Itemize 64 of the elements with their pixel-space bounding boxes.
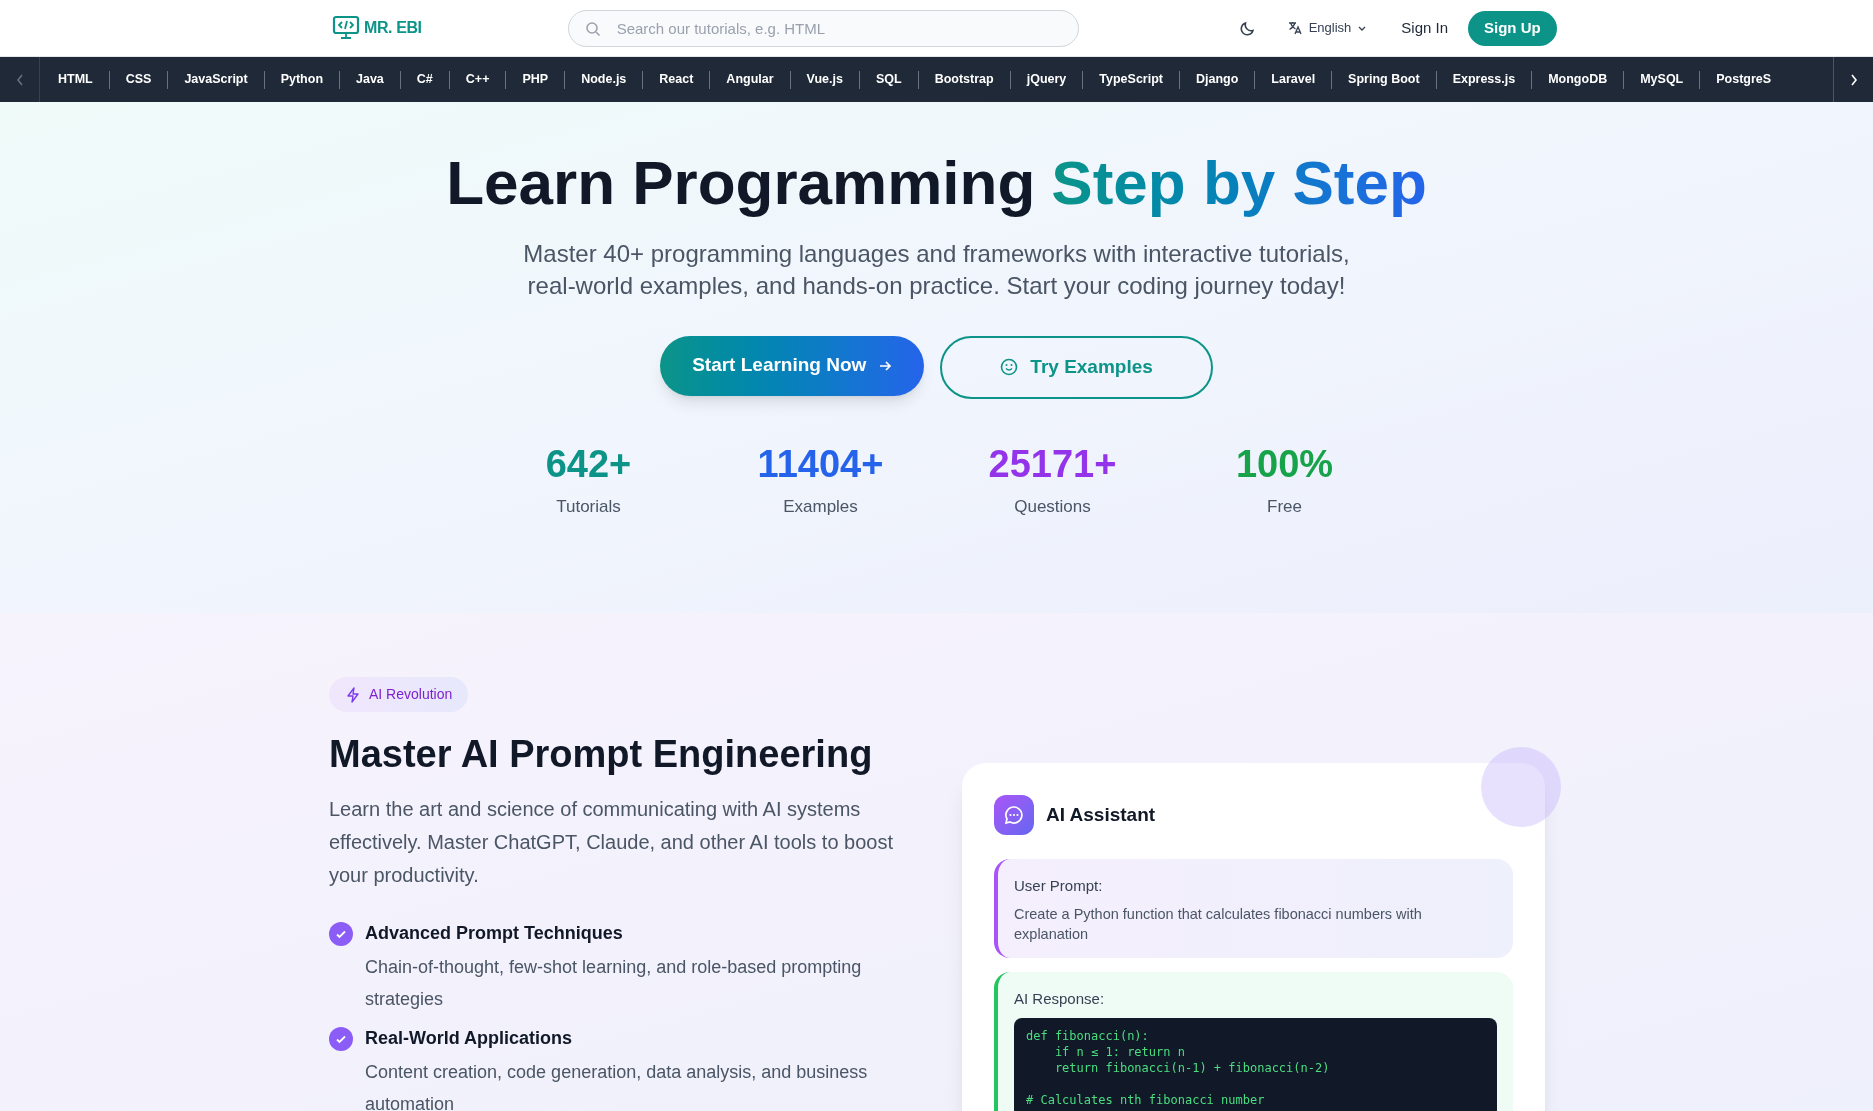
- feature-title: Advanced Prompt Techniques: [365, 922, 624, 945]
- monitor-code-icon[interactable]: [332, 15, 360, 41]
- topic-link[interactable]: React: [643, 70, 710, 89]
- topic-link[interactable]: MongoDB: [1532, 70, 1624, 89]
- topic-link[interactable]: HTML: [42, 70, 109, 89]
- section-heading: Master AI Prompt Engineering: [329, 732, 874, 777]
- search-field[interactable]: Search our tutorials, e.g. HTML: [567, 9, 1079, 47]
- topic-link[interactable]: Bootstrap: [918, 70, 1010, 89]
- feature-description: Content creation, code generation, data analysis, and business automation: [365, 1061, 869, 1111]
- topic-link[interactable]: Vue.js: [790, 70, 859, 89]
- code-text: def fibonacci(n): if n ≤ 1: return n return fibonacci(n-1) + fibonacci(n-2): [1026, 1028, 1331, 1076]
- language-selector[interactable]: English: [1286, 18, 1368, 38]
- chevron-left-icon: [14, 72, 25, 87]
- topic-link[interactable]: jQuery: [1010, 70, 1083, 89]
- topic-link[interactable]: MySQL: [1624, 70, 1700, 89]
- ai-revolution-badge: AI Revolution: [329, 677, 469, 712]
- logo-text[interactable]: MR. EBI: [364, 16, 422, 40]
- arrow-right-icon: [878, 358, 893, 373]
- topic-link[interactable]: Django: [1179, 70, 1255, 89]
- topic-link[interactable]: PostgreS: [1700, 70, 1788, 89]
- check-circle-icon: [329, 922, 353, 946]
- lightning-icon: [345, 686, 361, 703]
- search-icon: [584, 20, 601, 37]
- topic-link[interactable]: C#: [400, 70, 449, 89]
- translate-icon: [1286, 20, 1303, 36]
- topic-link[interactable]: TypeScript: [1083, 70, 1179, 89]
- stat-label: Examples: [783, 496, 858, 518]
- topic-link[interactable]: C++: [449, 70, 506, 89]
- topic-link[interactable]: Express.js: [1436, 70, 1532, 89]
- topic-link[interactable]: Angular: [710, 70, 790, 89]
- start-learning-button[interactable]: Start Learning Now: [660, 335, 925, 396]
- topic-link[interactable]: JavaScript: [168, 70, 264, 89]
- topic-link[interactable]: CSS: [109, 70, 168, 89]
- check-circle-icon: [329, 1027, 353, 1051]
- topic-link[interactable]: Python: [264, 70, 339, 89]
- stat-value: 642+: [545, 441, 632, 487]
- sign-in-link[interactable]: Sign In: [1401, 16, 1448, 40]
- response-label: AI Response:: [1014, 988, 1106, 1009]
- stat-label: Tutorials: [556, 496, 621, 518]
- section-description: Learn the art and science of communicating with AI systems effectively. Master ChatGPT, Claude, and other AI tools to boost your productivity.: [329, 797, 894, 888]
- topic-link[interactable]: Laravel: [1255, 70, 1332, 89]
- feature-title: Real-World Applications: [365, 1027, 574, 1050]
- chat-bubble-icon: [994, 795, 1034, 835]
- hero-subtitle: Master 40+ programming languages and frameworks with interactive tutorials, real-world examples, and hands-on practice. Start your coding journey today!: [522, 238, 1351, 301]
- moon-icon[interactable]: [1238, 19, 1257, 37]
- chevron-right-icon: [1848, 72, 1859, 87]
- stat-label: Free: [1267, 496, 1302, 518]
- prompt-text: Create a Python function that calculates fibonacci numbers with explanation: [1014, 904, 1423, 944]
- feature-description: Chain-of-thought, few-shot learning, and role-based prompting strategies: [365, 956, 863, 1011]
- assistant-title: AI Assistant: [1046, 802, 1156, 827]
- topic-link[interactable]: SQL: [859, 70, 918, 89]
- stat-value: 100%: [1235, 441, 1334, 487]
- code-text: # Calculates nth fibonacci number: [1026, 1092, 1266, 1108]
- topic-link[interactable]: Java: [340, 70, 400, 89]
- stat-value: 25171+: [988, 441, 1117, 487]
- topic-link[interactable]: Node.js: [565, 70, 643, 89]
- prompt-label: User Prompt:: [1014, 876, 1104, 896]
- stat-value: 11404+: [757, 441, 884, 487]
- topic-link[interactable]: Spring Boot: [1332, 70, 1436, 89]
- topic-link[interactable]: PHP: [506, 70, 565, 89]
- sign-up-button[interactable]: Sign Up: [1468, 10, 1557, 46]
- hero-title: Learn Programming: [446, 147, 1036, 219]
- stat-label: Questions: [1014, 496, 1091, 518]
- smiley-icon: [1000, 358, 1019, 376]
